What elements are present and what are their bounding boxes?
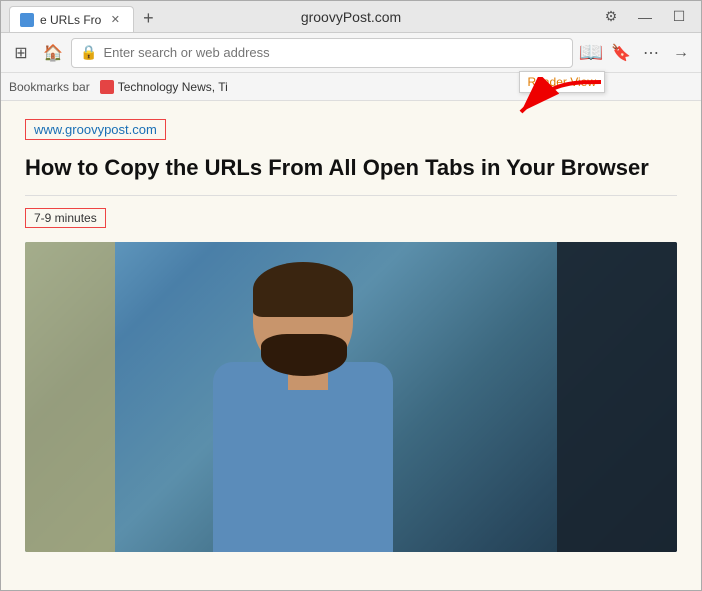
browser-window: e URLs Fro ✕ + groovyPost.com ⚙ — ☐ ⊞ 🏠 … bbox=[0, 0, 702, 591]
window-controls: ⚙ — ☐ bbox=[597, 3, 693, 31]
bookmark-icon: 🔖 bbox=[611, 43, 631, 63]
forward-button[interactable]: → bbox=[667, 39, 695, 67]
settings-icon[interactable]: ⚙ bbox=[597, 3, 625, 31]
tab-close-button[interactable]: ✕ bbox=[107, 12, 123, 28]
toolbar-container: ⊞ 🏠 🔒 📖 Reader View 🔖 ⋯ bbox=[1, 33, 701, 73]
bookmark-favicon bbox=[100, 80, 114, 94]
grid-icon: ⊞ bbox=[14, 43, 27, 63]
forward-icon: → bbox=[673, 44, 689, 62]
read-time-badge: 7-9 minutes bbox=[25, 208, 106, 228]
tab-strip: e URLs Fro ✕ + bbox=[9, 1, 597, 32]
person-shirt bbox=[213, 362, 393, 552]
toolbar: ⊞ 🏠 🔒 📖 Reader View 🔖 ⋯ bbox=[1, 33, 701, 73]
person-figure bbox=[183, 262, 463, 552]
person-beard bbox=[261, 334, 347, 376]
address-bar[interactable]: 🔒 bbox=[71, 38, 573, 68]
content-area: www.groovypost.com How to Copy the URLs … bbox=[1, 101, 701, 590]
active-tab[interactable]: e URLs Fro ✕ bbox=[9, 6, 134, 32]
maximize-button[interactable]: ☐ bbox=[665, 3, 693, 31]
bg-right bbox=[557, 242, 677, 552]
reader-view-icon: 📖 bbox=[579, 40, 604, 65]
reader-view-button[interactable]: 📖 Reader View bbox=[577, 39, 605, 67]
bookmarks-label: Bookmarks bar bbox=[9, 80, 90, 94]
bookmark-button[interactable]: 🔖 bbox=[607, 39, 635, 67]
reader-view-tooltip: Reader View bbox=[519, 71, 605, 93]
new-tab-button[interactable]: + bbox=[134, 4, 162, 32]
home-button[interactable]: 🏠 bbox=[39, 39, 67, 67]
address-secure-icon: 🔒 bbox=[80, 44, 97, 61]
minimize-button[interactable]: — bbox=[631, 3, 659, 31]
article-title: How to Copy the URLs From All Open Tabs … bbox=[25, 154, 677, 196]
photo-background bbox=[25, 242, 677, 552]
home-icon: 🏠 bbox=[43, 43, 63, 63]
bg-left bbox=[25, 242, 115, 552]
more-button[interactable]: ⋯ bbox=[637, 39, 665, 67]
tab-title: e URLs Fro bbox=[40, 13, 101, 27]
address-input[interactable] bbox=[103, 45, 564, 60]
bookmark-item-technology[interactable]: Technology News, Ti bbox=[96, 76, 232, 98]
bookmark-item-label: Technology News, Ti bbox=[118, 80, 228, 94]
more-icon: ⋯ bbox=[643, 43, 659, 63]
grid-button[interactable]: ⊞ bbox=[7, 39, 35, 67]
toolbar-right: 📖 Reader View 🔖 ⋯ → bbox=[577, 39, 695, 67]
person-hair bbox=[253, 262, 353, 317]
site-url-badge[interactable]: www.groovypost.com bbox=[25, 119, 166, 140]
article-image bbox=[25, 242, 677, 552]
tab-favicon bbox=[20, 13, 34, 27]
title-bar: e URLs Fro ✕ + groovyPost.com ⚙ — ☐ bbox=[1, 1, 701, 33]
